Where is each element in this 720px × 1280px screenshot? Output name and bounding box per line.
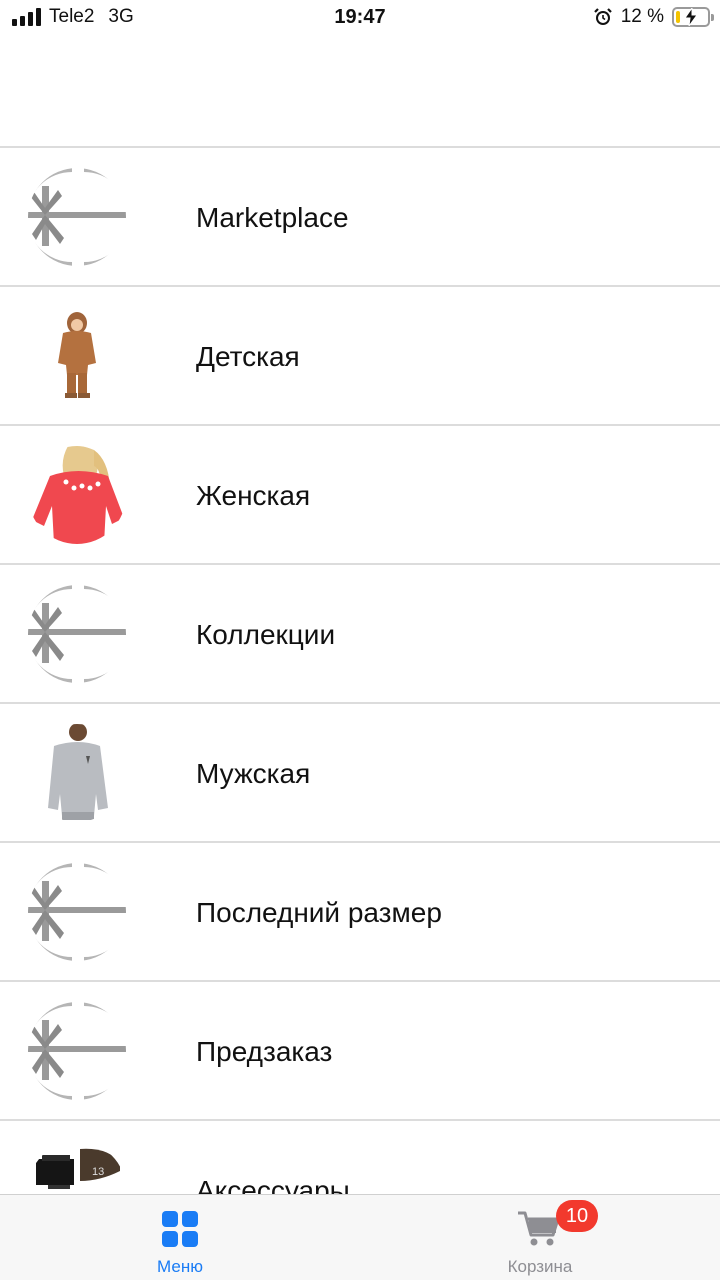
alarm-icon bbox=[593, 8, 612, 25]
tab-menu[interactable]: Меню bbox=[0, 1195, 360, 1280]
placeholder-bow-icon bbox=[28, 863, 126, 961]
menu-item-label: Мужская bbox=[196, 757, 311, 789]
battery-percent: 12 % bbox=[620, 6, 664, 27]
menu-item-label: Коллекции bbox=[196, 618, 336, 650]
cart-count-badge: 10 bbox=[556, 1200, 598, 1232]
kids-hoodie-photo bbox=[28, 307, 126, 405]
menu-item-men[interactable]: Мужская bbox=[0, 704, 720, 843]
tab-cart-label: Корзина bbox=[507, 1257, 573, 1276]
placeholder-bow-icon bbox=[28, 585, 126, 683]
accessories-photo: 13 bbox=[28, 1141, 126, 1194]
menu-item-women[interactable]: Женская bbox=[0, 426, 720, 565]
battery-level bbox=[676, 11, 680, 23]
menu-item-label: Последний размер bbox=[196, 896, 442, 928]
men-gray-sweatshirt-photo bbox=[28, 724, 126, 822]
cart-icon bbox=[518, 1211, 560, 1246]
women-red-sweatshirt-photo bbox=[28, 446, 126, 544]
battery-icon bbox=[672, 7, 714, 27]
category-list[interactable]: Marketplace Детская Женская Коллекции Му… bbox=[0, 146, 720, 1194]
placeholder-bow-icon bbox=[28, 1002, 126, 1100]
charging-bolt-icon bbox=[684, 8, 698, 26]
menu-item-label: Женская bbox=[196, 479, 311, 511]
menu-item-preorder[interactable]: Предзаказ bbox=[0, 982, 720, 1121]
menu-item-collections[interactable]: Коллекции bbox=[0, 565, 720, 704]
menu-item-marketplace[interactable]: Marketplace bbox=[0, 148, 720, 287]
tab-bar: Меню Корзина bbox=[0, 1194, 720, 1280]
menu-item-kids[interactable]: Детская bbox=[0, 287, 720, 426]
status-right: 12 % bbox=[593, 6, 714, 28]
menu-item-last-size[interactable]: Последний размер bbox=[0, 843, 720, 982]
status-bar: Tele2 3G 19:47 12 % bbox=[0, 0, 720, 40]
menu-item-label: Детская bbox=[196, 340, 300, 372]
svg-text:13: 13 bbox=[92, 1166, 104, 1178]
header-area bbox=[0, 40, 720, 147]
menu-item-label: Предзаказ bbox=[196, 1035, 333, 1067]
placeholder-bow-icon bbox=[28, 168, 126, 266]
menu-item-label: Marketplace bbox=[196, 201, 349, 233]
menu-item-accessories[interactable]: 13 Аксессуары bbox=[0, 1121, 720, 1194]
grid-icon bbox=[162, 1211, 198, 1247]
menu-item-label: Аксессуары bbox=[196, 1174, 350, 1195]
tab-menu-label: Меню bbox=[157, 1257, 203, 1276]
tab-cart[interactable]: Корзина bbox=[360, 1195, 720, 1280]
